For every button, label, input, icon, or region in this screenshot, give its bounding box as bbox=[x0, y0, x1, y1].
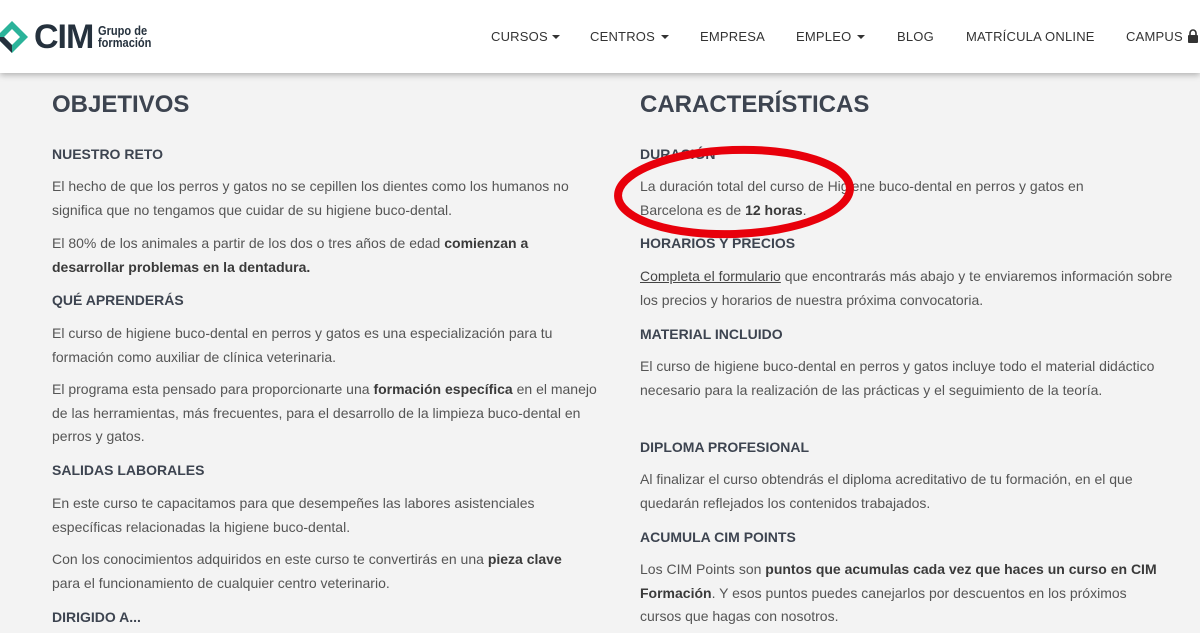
nuestro-reto-text-2: El 80% de los animales a partir de los d… bbox=[52, 232, 592, 279]
horarios-precios-heading: HORARIOS Y PRECIOS bbox=[640, 235, 796, 251]
nav-centros[interactable]: CENTROS bbox=[590, 29, 669, 44]
dirigido-a-heading: DIRIGIDO A... bbox=[52, 609, 141, 625]
nav-matricula[interactable]: MATRÍCULA ONLINE bbox=[966, 29, 1095, 44]
diploma-profesional-heading: DIPLOMA PROFESIONAL bbox=[640, 439, 810, 455]
caret-down-icon bbox=[551, 35, 560, 39]
duracion-post: . bbox=[802, 201, 807, 218]
caret-down-icon bbox=[857, 35, 866, 39]
caracteristicas-title: CARACTERÍSTICAS bbox=[640, 91, 870, 118]
nav-matricula-label: MATRÍCULA ONLINE bbox=[966, 29, 1095, 44]
nuestro-reto-text: El hecho de que los perros y gatos no se… bbox=[52, 178, 569, 218]
aprenderas-p2-bold: formación específica bbox=[373, 381, 513, 397]
que-aprenderas-text: El curso de higiene buco-dental en perro… bbox=[52, 325, 553, 365]
cim-points-text: Los CIM Points son puntos que acumulas c… bbox=[640, 558, 1170, 629]
reto-p2-text: El 80% de los animales a partir de los d… bbox=[52, 235, 445, 251]
que-aprenderas-text-2: El programa esta pensado para proporcion… bbox=[52, 378, 597, 449]
cim-points-heading: ACUMULA CIM POINTS bbox=[640, 529, 796, 545]
points-post: . Y esos puntos puedes canejarlos por de… bbox=[640, 584, 1127, 625]
nav-blog-label: BLOG bbox=[897, 29, 934, 44]
nav-campus[interactable]: CAMPUS bbox=[1126, 29, 1199, 44]
diploma-profesional-text: Al finalizar el curso obtendrás el diplo… bbox=[640, 471, 1133, 511]
material-incluido-heading: MATERIAL INCLUIDO bbox=[640, 326, 783, 342]
nav-blog[interactable]: BLOG bbox=[897, 29, 934, 44]
horarios-precios-text: Completa el formulario que encontrarás m… bbox=[640, 265, 1180, 312]
main-nav: CURSOS CENTROS EMPRESA EMPLEO BLOG MATRÍ… bbox=[0, 29, 1200, 45]
salidas-laborales-heading: SALIDAS LABORALES bbox=[52, 462, 205, 478]
salidas-laborales-text-2: Con los conocimientos adquiridos en este… bbox=[52, 548, 582, 595]
nav-empresa[interactable]: EMPRESA bbox=[700, 29, 765, 44]
nav-empresa-label: EMPRESA bbox=[700, 29, 765, 44]
nav-centros-label: CENTROS bbox=[590, 29, 655, 44]
salidas-p2-post: para el funcionamiento de cualquier cent… bbox=[52, 574, 390, 591]
nuestro-reto-heading: NUESTRO RETO bbox=[52, 146, 163, 162]
nav-cursos-label: CURSOS bbox=[491, 29, 548, 44]
completa-formulario-link[interactable]: Completa el formulario bbox=[640, 268, 781, 284]
duracion-text: La duración total del curso de Higiene b… bbox=[640, 175, 1140, 222]
site-header: CIM Grupo de formación CURSOS CENTROS EM… bbox=[0, 0, 1200, 73]
points-pre: Los CIM Points son bbox=[640, 561, 766, 577]
caret-down-icon bbox=[660, 35, 669, 39]
nav-empleo[interactable]: EMPLEO bbox=[796, 29, 866, 44]
duracion-pre: La duración total del curso de Higiene b… bbox=[640, 178, 1084, 218]
nav-cursos[interactable]: CURSOS bbox=[491, 29, 560, 44]
salidas-laborales-text: En este curso te capacitamos para que de… bbox=[52, 495, 535, 535]
duracion-heading: DURACIÓN bbox=[640, 146, 716, 162]
duracion-hours: 12 horas bbox=[745, 201, 803, 218]
material-incluido-text: El curso de higiene buco-dental en perro… bbox=[640, 358, 1155, 398]
que-aprenderas-heading: QUÉ APRENDERÁS bbox=[52, 292, 184, 308]
nav-campus-label: CAMPUS bbox=[1126, 29, 1183, 44]
nav-empleo-label: EMPLEO bbox=[796, 29, 852, 44]
salidas-p2-pre: Con los conocimientos adquiridos en este… bbox=[52, 551, 488, 567]
salidas-p2-bold: pieza clave bbox=[487, 551, 562, 567]
lock-icon bbox=[1187, 29, 1198, 43]
objetivos-title: OBJETIVOS bbox=[52, 91, 190, 118]
aprenderas-p2-pre: El programa esta pensado para proporcion… bbox=[52, 381, 374, 397]
